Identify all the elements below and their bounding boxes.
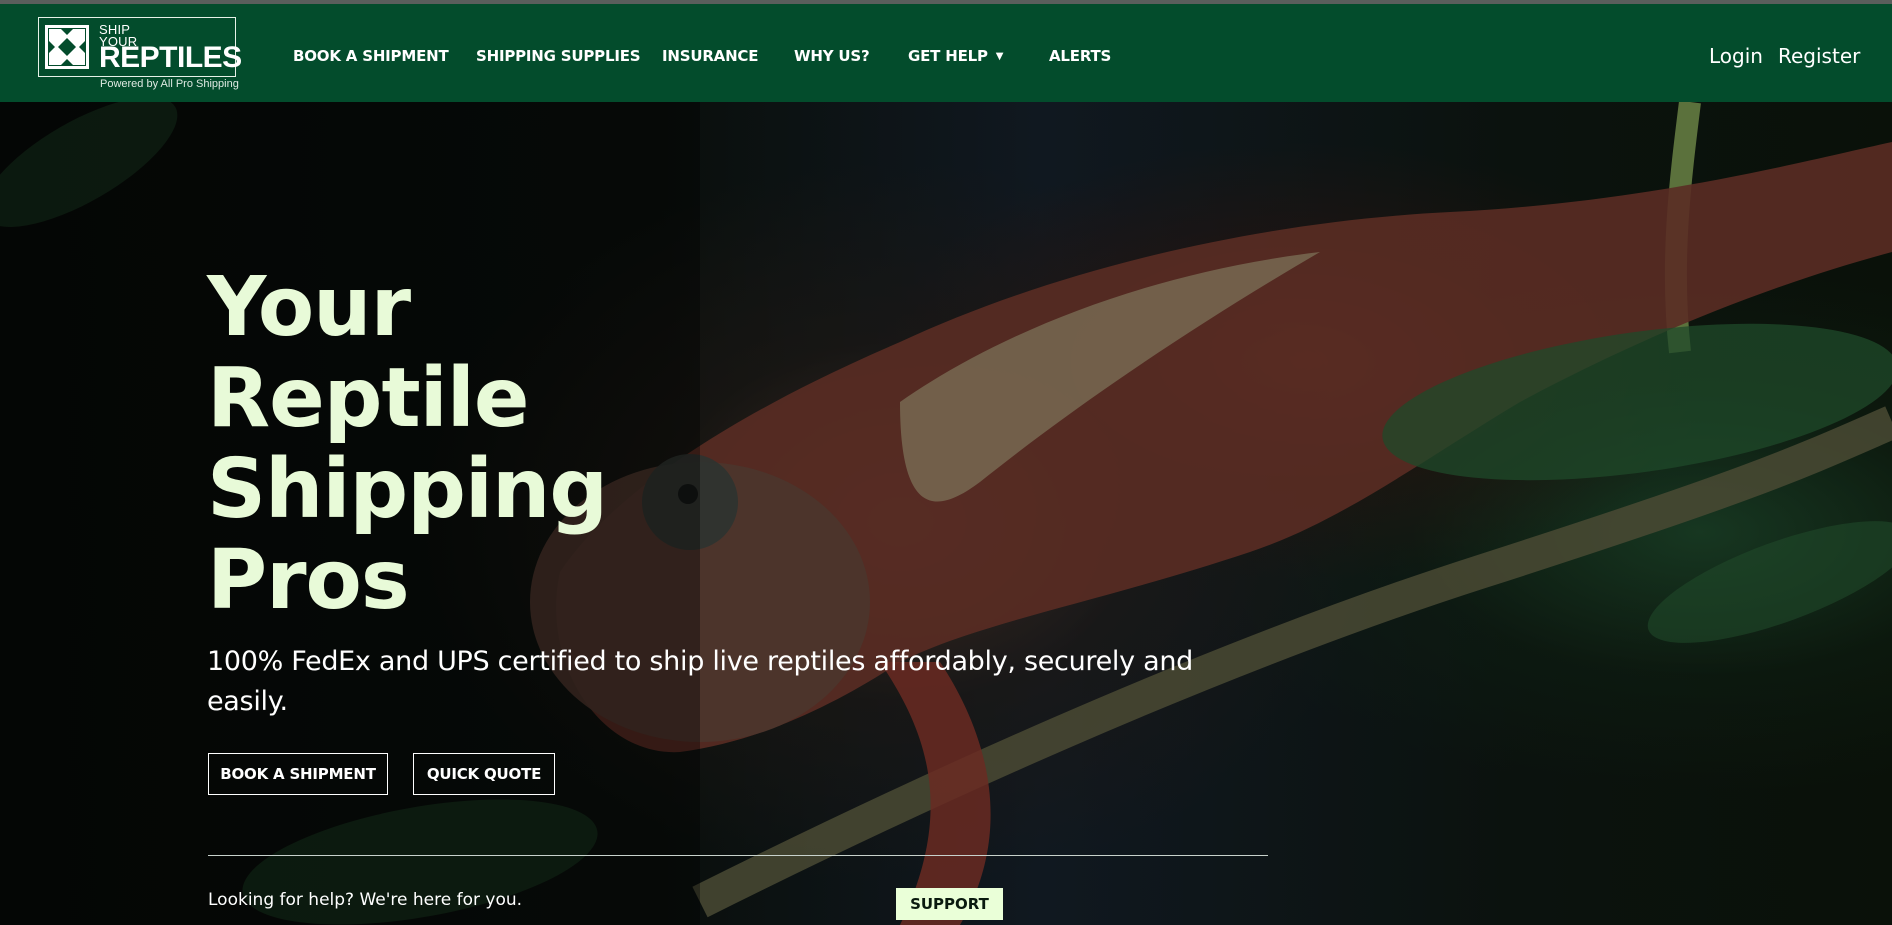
crate-x-icon [45, 25, 89, 69]
register-link[interactable]: Register [1778, 44, 1860, 68]
support-button[interactable]: SUPPORT [896, 888, 1003, 920]
nav-get-help[interactable]: GET HELP ▼ [908, 47, 1003, 65]
hero-title: Your Reptile Shipping Pros [207, 262, 727, 626]
logo-powered-by: Powered by All Pro Shipping [100, 78, 239, 90]
nav-alerts[interactable]: ALERTS [1049, 47, 1111, 65]
hero-divider [208, 855, 1268, 856]
hero-title-line-2: Reptile [207, 351, 529, 446]
hero-subtitle: 100% FedEx and UPS certified to ship liv… [207, 646, 1193, 717]
hero-title-line-4: Pros [207, 533, 410, 628]
chevron-down-icon: ▼ [995, 51, 1004, 62]
quick-quote-button[interactable]: QUICK QUOTE [413, 753, 555, 795]
nav-insurance[interactable]: INSURANCE [662, 47, 758, 65]
logo-text-reptiles: REPTILES [99, 41, 242, 74]
book-shipment-button[interactable]: BOOK A SHIPMENT [208, 753, 388, 795]
login-link[interactable]: Login [1709, 44, 1763, 68]
nav-shipping-supplies[interactable]: SHIPPING SUPPLIES [476, 47, 641, 65]
nav-get-help-label: GET HELP [908, 47, 988, 65]
hero-section: Your Reptile Shipping Pros 100% FedEx an… [0, 102, 1892, 925]
hero-title-line-3: Shipping [207, 442, 608, 537]
site-header: SHIP YOUR REPTILES Powered by All Pro Sh… [0, 4, 1892, 102]
help-text: Looking for help? We're here for you. [208, 890, 523, 910]
nav-why-us[interactable]: WHY US? [794, 47, 870, 65]
nav-book-a-shipment[interactable]: BOOK A SHIPMENT [293, 47, 449, 65]
site-logo[interactable]: SHIP YOUR REPTILES [38, 17, 242, 77]
hero-title-line-1: Your [207, 260, 411, 355]
